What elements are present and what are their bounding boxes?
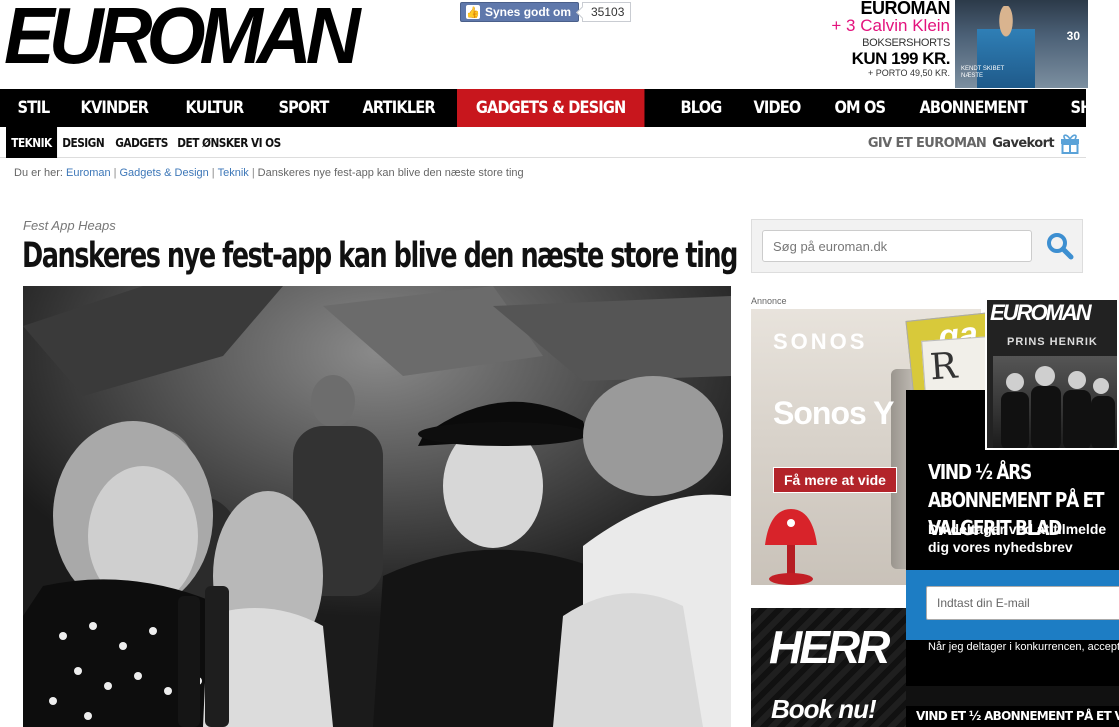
sonos-tagline: Sonos Y (773, 395, 894, 431)
nav-item-video[interactable]: VIDEO (738, 89, 816, 127)
nav-item-gadgets-design[interactable]: GADGETS & DESIGN (457, 89, 645, 127)
article-kicker: Fest App Heaps (23, 218, 116, 233)
popup-terms: Når jeg deltager i konkurrencen, accepte… (928, 641, 1119, 653)
breadcrumb-prefix: Du er her: (14, 167, 63, 179)
search-input[interactable] (762, 230, 1032, 262)
magazine-front-cover: EUROMAN PRINS HENRIK (985, 298, 1119, 450)
subnav-item-gadgets[interactable]: GADGETS (110, 130, 173, 156)
breadcrumb-link-gadgets-design[interactable]: Gadgets & Design (119, 167, 208, 179)
breadcrumb-link-euroman[interactable]: Euroman (66, 167, 111, 179)
popup-bottom-bar[interactable]: VIND ET ½ ABONNEMENT PÅ ET VALGFRIT BLAD (906, 706, 1119, 727)
promo-offer: + 3 Calvin Klein (831, 16, 950, 35)
magazine-cover-photo (993, 356, 1117, 448)
subnav-item-design[interactable]: DESIGN (57, 130, 109, 156)
magazine-cover-image[interactable]: 30 KENDT SKIBET NÆSTE (955, 0, 1088, 88)
search-box (751, 219, 1083, 273)
promo-item: BOKSERSHORTS (862, 37, 950, 49)
nav-item-abonnement[interactable]: ABONNEMENT (904, 89, 1042, 127)
promo-title: EUROMAN (860, 0, 951, 18)
promo-shipping: + PORTO 49,50 KR. (868, 68, 950, 78)
breadcrumb: Du er her: Euroman | Gadgets & Design | Tekn… (14, 167, 524, 179)
breadcrumb-link-teknik[interactable]: Teknik (218, 167, 249, 179)
nav-item-sport[interactable]: SPORT (263, 89, 344, 127)
sonos-brand: SONOS (773, 329, 868, 354)
sonos-cta-button[interactable]: Få mere at vide (773, 467, 897, 493)
giftcard-prefix: GIV ET EUROMAN (867, 135, 987, 151)
giftcard-label: Gavekort (992, 135, 1054, 151)
breadcrumb-current: Danskeres nye fest-app kan blive den næs… (257, 167, 524, 179)
nav-item-shop[interactable]: SHOP (1055, 89, 1119, 127)
subnav-item-det-onsker-vi-os[interactable]: DET ØNSKER VI OS (172, 130, 286, 156)
article-photo (23, 286, 731, 727)
giftcard-link[interactable]: GIV ET EUROMAN Gavekort (868, 130, 1080, 156)
ad-label: Annonce (751, 296, 787, 306)
cover-caption: KENDT SKIBET NÆSTE (961, 66, 1005, 79)
main-navigation: STIL KVINDER KULTUR SPORT ARTIKLER GADGE… (0, 89, 1114, 127)
herr-ad-cta[interactable]: Book nu! (771, 694, 877, 725)
facebook-like-button[interactable]: 👍 Synes godt om (460, 2, 580, 22)
nav-item-kultur[interactable]: KULTUR (170, 89, 259, 127)
facebook-like-label: Synes godt om (485, 5, 572, 19)
magnifier-icon[interactable] (1046, 232, 1074, 260)
sonos-cta-label: Få mere at vide (784, 472, 886, 488)
magazine-title: EUROMAN (990, 300, 1092, 325)
magazine-back-letters-1: R (928, 345, 959, 389)
magazine-subtitle: PRINS HENRIK (1007, 336, 1098, 348)
promo-price: KUN 199 KR. (851, 49, 951, 68)
gift-icon (1060, 132, 1080, 154)
sub-navigation: TEKNIK DESIGN GADGETS DET ØNSKER VI OS G… (0, 127, 1086, 158)
facebook-like-count: 35103 (582, 2, 632, 22)
popup-signup-form (906, 570, 1119, 640)
thumbs-up-icon: 👍 (466, 5, 480, 19)
nav-item-om-os[interactable]: OM OS (819, 89, 901, 127)
cover-number: 30 (1066, 29, 1080, 43)
popup-description: Du deltager ved at tilmelde dig vores ny… (928, 521, 1107, 555)
euroman-logo[interactable]: EUROMAN (4, 0, 440, 76)
nav-item-kvinder[interactable]: KVINDER (65, 89, 164, 127)
nav-item-blog[interactable]: BLOG (665, 89, 737, 127)
subnav-item-teknik[interactable]: TEKNIK (6, 127, 57, 158)
article-headline: Danskeres nye fest-app kan blive den næs… (22, 236, 738, 276)
nav-item-artikler[interactable]: ARTIKLER (347, 89, 450, 127)
herr-ad-title: HERR (769, 621, 890, 673)
nav-item-stil[interactable]: STIL (2, 89, 65, 127)
subscription-promo[interactable]: EUROMAN + 3 Calvin Klein BOKSERSHORTS KU… (830, 0, 950, 88)
email-field[interactable] (926, 586, 1119, 620)
lamp-image (765, 509, 817, 585)
